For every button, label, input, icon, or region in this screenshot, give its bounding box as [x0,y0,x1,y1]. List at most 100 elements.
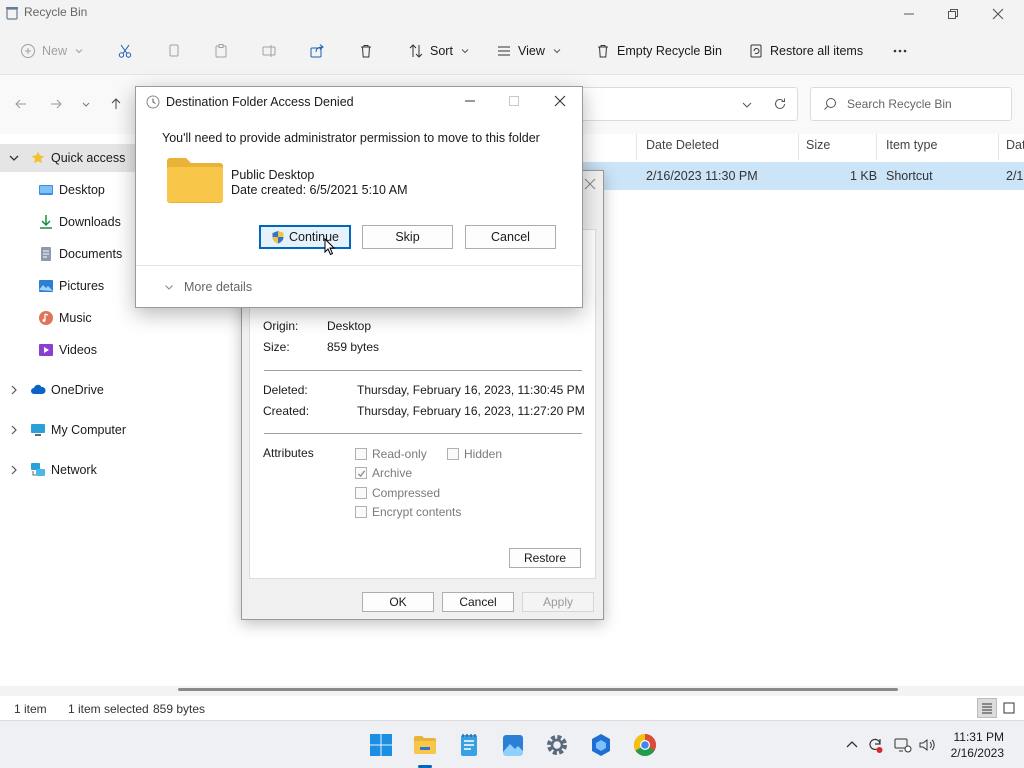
chevron-right-icon[interactable] [8,424,20,436]
network-tray-icon[interactable] [894,736,912,754]
compressed-checkbox[interactable]: Compressed [355,486,440,500]
sidebar-item-label: Network [51,463,97,477]
delete-button[interactable] [358,38,374,64]
chevron-right-icon[interactable] [8,384,20,396]
chevron-up-icon[interactable] [843,736,861,754]
cell-date-deleted: 2/16/2023 11:30 PM [646,169,758,183]
sidebar-item-music[interactable]: Music [0,304,158,332]
more-options-button[interactable] [892,38,908,64]
column-divider[interactable] [998,134,999,160]
divider [264,433,582,434]
sidebar-item-my-computer[interactable]: My Computer [0,416,158,444]
clock-date: 2/16/2023 [950,746,1004,760]
more-details-toggle[interactable]: More details [164,280,252,294]
large-icons-view-icon [1003,702,1015,714]
maximize-button[interactable] [506,93,522,109]
column-divider[interactable] [798,134,799,160]
chevron-down-icon[interactable] [741,99,753,111]
start-button[interactable] [367,731,395,759]
videos-icon [39,344,53,356]
photos-icon [503,735,523,756]
origin-label: Origin: [263,319,299,333]
sidebar-item-videos[interactable]: Videos [0,336,158,364]
hidden-checkbox[interactable]: Hidden [447,447,502,461]
restore-button[interactable]: Restore [509,548,581,568]
taskbar-chrome[interactable] [631,731,659,759]
folder-name: Public Desktop [231,168,315,182]
ok-button[interactable]: OK [362,592,434,612]
rename-button[interactable] [261,38,277,64]
restore-window-icon [948,9,958,19]
chevron-down-icon [165,285,173,290]
sidebar-item-onedrive[interactable]: OneDrive [0,376,158,404]
taskbar-photos[interactable] [499,731,527,759]
view-button[interactable]: View [496,38,561,64]
details-view-button[interactable] [977,698,997,718]
recent-locations-button[interactable] [77,95,95,113]
empty-recycle-bin-button[interactable]: Empty Recycle Bin [595,38,722,64]
plus-circle-icon [21,44,35,58]
sidebar-item-network[interactable]: Network [0,456,158,484]
clock-time: 11:31 PM [953,730,1004,744]
refresh-icon[interactable] [773,97,787,111]
arrow-up-icon [111,98,121,109]
chevron-down-icon[interactable] [8,152,20,164]
address-bar[interactable] [580,87,798,121]
horizontal-scrollbar[interactable] [178,688,898,691]
deleted-label: Deleted: [263,383,308,397]
new-button[interactable]: New [20,38,83,64]
search-box[interactable]: Search Recycle Bin [810,87,1012,121]
column-divider[interactable] [636,134,637,160]
restore-window-button[interactable] [930,2,976,26]
paste-icon [215,44,227,58]
up-button[interactable] [107,95,125,113]
copy-button[interactable] [166,38,182,64]
status-bar: 1 item 1 item selected 859 bytes [0,696,1024,720]
sync-icon[interactable] [866,736,884,754]
share-button[interactable] [309,38,325,64]
archive-checkbox[interactable]: Archive [355,466,412,480]
apply-button[interactable]: Apply [522,592,594,612]
column-divider[interactable] [876,134,877,160]
cancel-button[interactable]: Cancel [465,225,556,249]
close-icon[interactable] [583,177,597,191]
sidebar-item-label: Videos [59,343,97,357]
uac-shield-icon [272,231,284,244]
system-clock[interactable]: 11:31 PM 2/16/2023 [951,729,1004,761]
chevron-right-icon[interactable] [8,464,20,476]
search-placeholder: Search Recycle Bin [847,97,952,111]
copy-icon [169,44,179,57]
continue-button[interactable]: Continue [259,225,351,249]
sort-button[interactable]: Sort [408,38,469,64]
skip-button[interactable]: Skip [362,225,453,249]
close-dialog-button[interactable] [552,93,568,109]
view-list-icon [498,46,510,56]
chevron-down-icon [75,49,83,54]
taskbar-file-explorer[interactable] [411,731,439,759]
taskbar-settings[interactable] [543,731,571,759]
cancel-button[interactable]: Cancel [442,592,514,612]
paste-button[interactable] [213,38,229,64]
encrypt-checkbox[interactable]: Encrypt contents [355,505,461,519]
column-item-type[interactable]: Item type [886,138,937,152]
close-window-button[interactable] [975,2,1021,26]
cut-button[interactable] [117,38,133,64]
taskbar-app[interactable] [587,731,615,759]
back-button[interactable] [12,95,30,113]
forward-button[interactable] [47,95,65,113]
column-date-partial[interactable]: Dat [1006,138,1024,152]
column-size[interactable]: Size [806,138,830,152]
size-value: 859 bytes [327,340,380,354]
readonly-checkbox[interactable]: Read-only [355,447,427,461]
column-date-deleted[interactable]: Date Deleted [646,138,719,152]
taskbar-notepad[interactable] [455,731,483,759]
minimize-button[interactable] [462,93,478,109]
volume-icon[interactable] [918,736,936,754]
restore-all-items-button[interactable]: Restore all items [748,38,863,64]
star-icon [31,151,45,164]
large-icons-view-button[interactable] [999,698,1019,718]
arrow-left-icon [15,99,26,109]
table-row[interactable]: 2/16/2023 11:30 PM 1 KB Shortcut 2/1 [578,162,1024,190]
minimize-button[interactable] [886,2,932,26]
selection-count: 1 item selected [68,702,149,716]
